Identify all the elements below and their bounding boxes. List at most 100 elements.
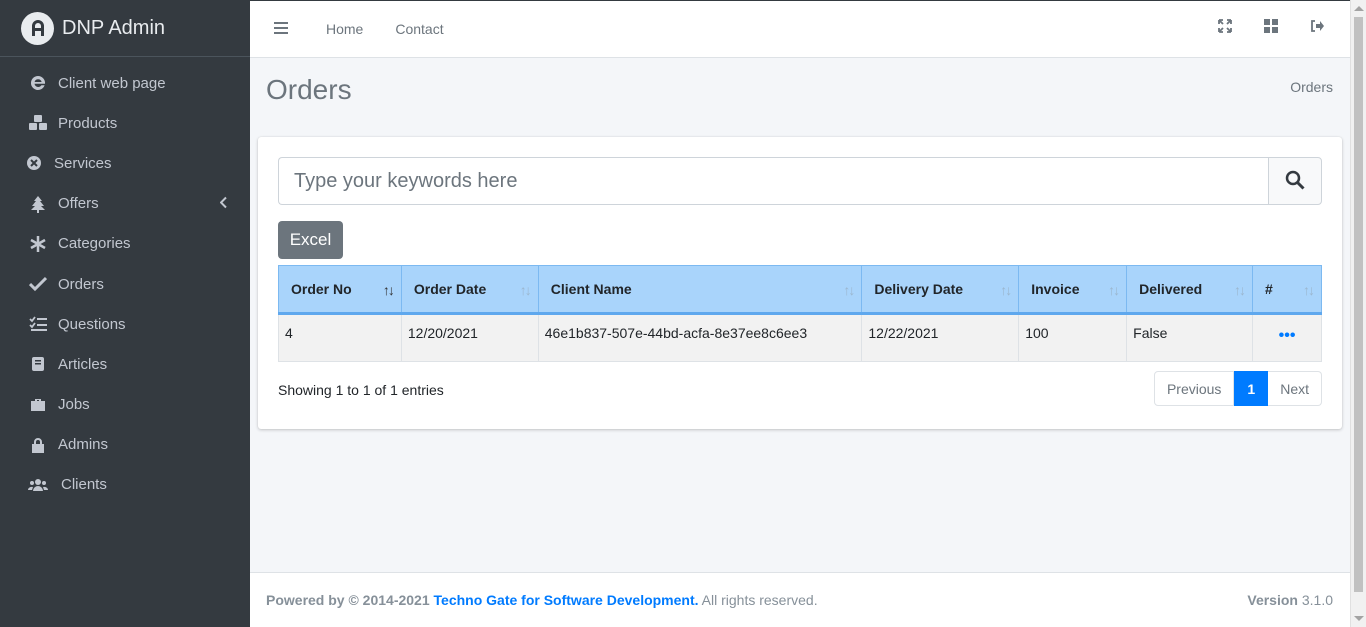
column-header-actions[interactable]: # ↑↓ <box>1252 265 1322 315</box>
column-header-order-no[interactable]: Order No ↑↓ <box>278 265 402 315</box>
sidebar-item-admins[interactable]: Admins <box>0 425 250 465</box>
sidebar-item-label: Clients <box>61 476 107 494</box>
sidebar-item-questions[interactable]: Questions <box>0 304 250 344</box>
services-icon <box>24 154 44 172</box>
page-scrollbar[interactable] <box>1350 0 1366 627</box>
header-label: Order Date <box>413 281 487 297</box>
sidebar-item-label: Client web page <box>58 74 166 92</box>
cell-invoice: 100 <box>1018 313 1128 362</box>
breadcrumb: Orders <box>1290 79 1333 95</box>
menu-toggle-icon[interactable] <box>274 21 288 37</box>
sidebar-item-articles[interactable]: Articles <box>0 344 250 384</box>
column-header-delivered[interactable]: Delivered ↑↓ <box>1126 265 1254 315</box>
pagination-previous[interactable]: Previous <box>1153 371 1235 406</box>
column-header-delivery-date[interactable]: Delivery Date ↑↓ <box>861 265 1020 315</box>
nav-home-link[interactable]: Home <box>326 21 363 37</box>
browser-icon <box>28 74 48 92</box>
chevron-left-icon <box>219 195 228 212</box>
sidebar-item-clients[interactable]: Clients <box>0 465 250 505</box>
sidebar-item-label: Services <box>54 154 112 172</box>
sidebar-item-products[interactable]: Products <box>0 103 250 143</box>
orders-card: Excel Order No ↑↓ Order Date ↑↓ Client Nam… <box>258 137 1342 429</box>
sidebar-item-label: Questions <box>58 315 126 333</box>
search-button[interactable] <box>1268 157 1322 205</box>
sidebar-item-label: Categories <box>58 235 131 253</box>
search-icon <box>1285 170 1305 193</box>
snowflake-icon <box>28 235 48 253</box>
cubes-icon <box>28 114 48 132</box>
cell-order-no: 4 <box>278 313 402 362</box>
brand-name: DNP Admin <box>62 16 166 39</box>
cell-delivery-date: 12/22/2021 <box>861 313 1020 362</box>
footer-rights: All rights reserved. <box>701 592 818 608</box>
sort-icon: ↑↓ <box>1303 282 1315 298</box>
sort-icon: ↑↓ <box>519 282 532 298</box>
excel-button[interactable]: Excel <box>278 221 343 259</box>
cell-client-name: 46e1b837-507e-44bd-acfa-8e37ee8c6ee3 <box>537 313 863 362</box>
page-title: Orders <box>266 74 352 105</box>
search-input[interactable] <box>278 157 1268 205</box>
search-bar <box>278 157 1322 205</box>
pagination-next[interactable]: Next <box>1268 371 1322 406</box>
check-icon <box>28 275 48 293</box>
orders-table: Order No ↑↓ Order Date ↑↓ Client Name ↑↓ De… <box>278 265 1322 362</box>
sidebar-item-label: Jobs <box>58 396 90 414</box>
sidebar-item-label: Products <box>58 114 118 132</box>
column-header-order-date[interactable]: Order Date ↑↓ <box>400 265 539 315</box>
sort-icon: ↑↓ <box>1000 282 1012 298</box>
scroll-up-icon[interactable] <box>1354 6 1364 11</box>
table-info: Showing 1 to 1 of 1 entries <box>278 382 444 398</box>
sidebar-item-label: Orders <box>58 275 104 293</box>
sidebar-item-jobs[interactable]: Jobs <box>0 385 250 425</box>
sort-icon: ↑↓ <box>1234 282 1246 298</box>
sidebar-item-services[interactable]: Services <box>0 143 250 183</box>
scroll-thumb[interactable] <box>1354 17 1363 592</box>
sidebar-nav: Client web page Products Services Offers… <box>0 57 250 505</box>
pagination-page-1[interactable]: 1 <box>1234 371 1269 406</box>
fullscreen-icon[interactable] <box>1218 19 1234 35</box>
footer-company-link[interactable]: Techno Gate for Software Development. <box>434 592 699 608</box>
column-header-invoice[interactable]: Invoice ↑↓ <box>1018 265 1128 315</box>
footer-version-number: 3.1.0 <box>1301 592 1333 608</box>
sort-icon: ↑↓ <box>1108 282 1120 298</box>
sidebar: DNP Admin Client web page Products Servi… <box>0 0 250 627</box>
header-label: # <box>1265 281 1273 297</box>
header-label: Delivery Date <box>874 281 964 297</box>
sidebar-item-label: Admins <box>58 436 109 454</box>
sort-asc-icon: ↑↓ <box>382 282 395 298</box>
briefcase-icon <box>28 396 48 414</box>
pagination: Previous 1 Next <box>1153 371 1322 406</box>
scroll-down-icon[interactable] <box>1354 616 1364 621</box>
sidebar-item-client-web-page[interactable]: Client web page <box>0 63 250 103</box>
logout-icon[interactable] <box>1310 19 1326 35</box>
sidebar-item-label: Articles <box>58 355 108 373</box>
book-icon <box>28 355 48 373</box>
column-header-client-name[interactable]: Client Name ↑↓ <box>537 265 863 315</box>
grid-icon[interactable] <box>1264 19 1280 35</box>
users-icon <box>28 476 48 494</box>
tasks-icon <box>28 315 48 333</box>
brand-logo-icon <box>21 11 54 45</box>
sort-icon: ↑↓ <box>843 282 855 298</box>
table-row: 4 12/20/2021 46e1b837-507e-44bd-acfa-8e3… <box>278 313 1322 362</box>
lock-icon <box>28 436 48 454</box>
topbar-actions <box>1218 19 1326 35</box>
footer-version: Version 3.1.0 <box>1247 592 1333 608</box>
brand[interactable]: DNP Admin <box>0 0 250 57</box>
cell-delivered: False <box>1126 313 1254 362</box>
sidebar-item-orders[interactable]: Orders <box>0 264 250 304</box>
table-header-row: Order No ↑↓ Order Date ↑↓ Client Name ↑↓ De… <box>278 265 1322 315</box>
sidebar-item-offers[interactable]: Offers <box>0 184 250 224</box>
footer-powered: Powered by © 2014-2021 <box>266 592 430 608</box>
row-actions-button[interactable]: ••• <box>1252 313 1322 362</box>
header-label: Client Name <box>550 281 632 297</box>
header-label: Invoice <box>1031 281 1080 297</box>
tree-icon <box>28 195 48 213</box>
nav-contact-link[interactable]: Contact <box>395 21 443 37</box>
footer-version-label: Version <box>1247 592 1298 608</box>
footer-copyright: Powered by © 2014-2021 Techno Gate for S… <box>266 592 818 608</box>
header-label: Order No <box>291 281 352 297</box>
sidebar-item-categories[interactable]: Categories <box>0 224 250 264</box>
header-label: Delivered <box>1139 281 1203 297</box>
footer: Powered by © 2014-2021 Techno Gate for S… <box>250 572 1350 627</box>
